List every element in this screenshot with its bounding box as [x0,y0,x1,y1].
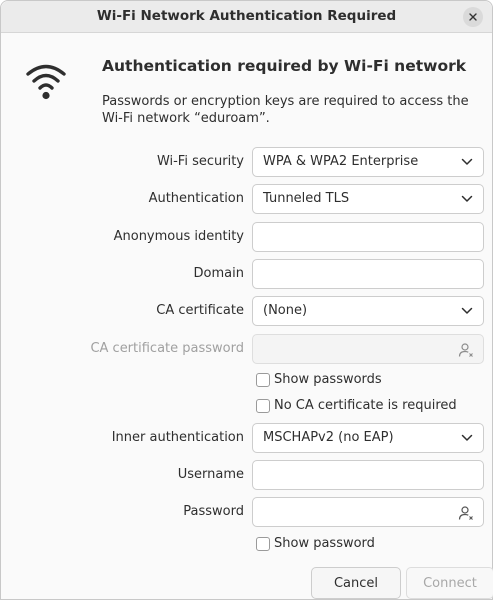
user-icon[interactable] [458,505,474,521]
ca-certificate-value: (None) [263,303,308,318]
show-passwords-label: Show passwords [274,372,382,387]
password-input[interactable] [252,497,484,527]
show-password-box[interactable] [256,536,270,551]
dialog-description: Passwords or encryption keys are require… [102,94,469,126]
titlebar: Wi-Fi Network Authentication Required [1,1,492,33]
cancel-button[interactable]: Cancel [311,567,401,599]
anonymous-identity-label: Anonymous identity [113,229,244,244]
close-button[interactable] [463,7,483,27]
inner-authentication-value: MSCHAPv2 (no EAP) [263,430,394,445]
ca-certificate-label: CA certificate [156,303,244,318]
wifi-security-label: Wi-Fi security [156,154,244,169]
window-title: Wi-Fi Network Authentication Required [96,8,397,24]
chevron-down-icon [461,434,473,441]
ca-certificate-dropdown[interactable]: (None) [252,296,484,326]
user-icon [458,343,473,357]
ca-certificate-password-label: CA certificate password [90,341,244,356]
password-label: Password [183,504,244,519]
auth-dialog: Wi-Fi Network Authentication Required Au… [0,0,493,600]
domain-label: Domain [193,266,244,281]
authentication-dropdown[interactable]: Tunneled TLS [252,184,484,214]
show-password-checkbox[interactable]: Show password [256,536,375,551]
chevron-down-icon [461,195,473,202]
inner-authentication-label: Inner authentication [111,430,244,445]
wifi-security-dropdown[interactable]: WPA & WPA2 Enterprise [252,147,484,177]
username-label: Username [177,467,244,482]
wifi-icon [26,64,66,100]
dialog-heading: Authentication required by Wi-Fi network [102,57,467,75]
no-ca-required-label: No CA certificate is required [274,398,457,413]
show-password-label: Show password [274,536,375,551]
show-passwords-checkbox[interactable]: Show passwords [256,372,382,387]
inner-authentication-dropdown[interactable]: MSCHAPv2 (no EAP) [252,423,484,453]
chevron-down-icon [461,158,473,165]
wifi-security-value: WPA & WPA2 Enterprise [263,154,419,169]
no-ca-required-box[interactable] [256,398,270,413]
authentication-label: Authentication [148,191,244,206]
domain-input[interactable] [252,259,484,289]
close-icon [469,13,477,21]
connect-button[interactable]: Connect [406,567,493,599]
authentication-value: Tunneled TLS [263,191,350,206]
ca-certificate-password-input [252,334,484,364]
username-input[interactable] [252,460,484,490]
no-ca-required-checkbox[interactable]: No CA certificate is required [256,398,457,413]
anonymous-identity-input[interactable] [252,222,484,252]
show-passwords-box[interactable] [256,372,270,387]
chevron-down-icon [461,307,473,314]
